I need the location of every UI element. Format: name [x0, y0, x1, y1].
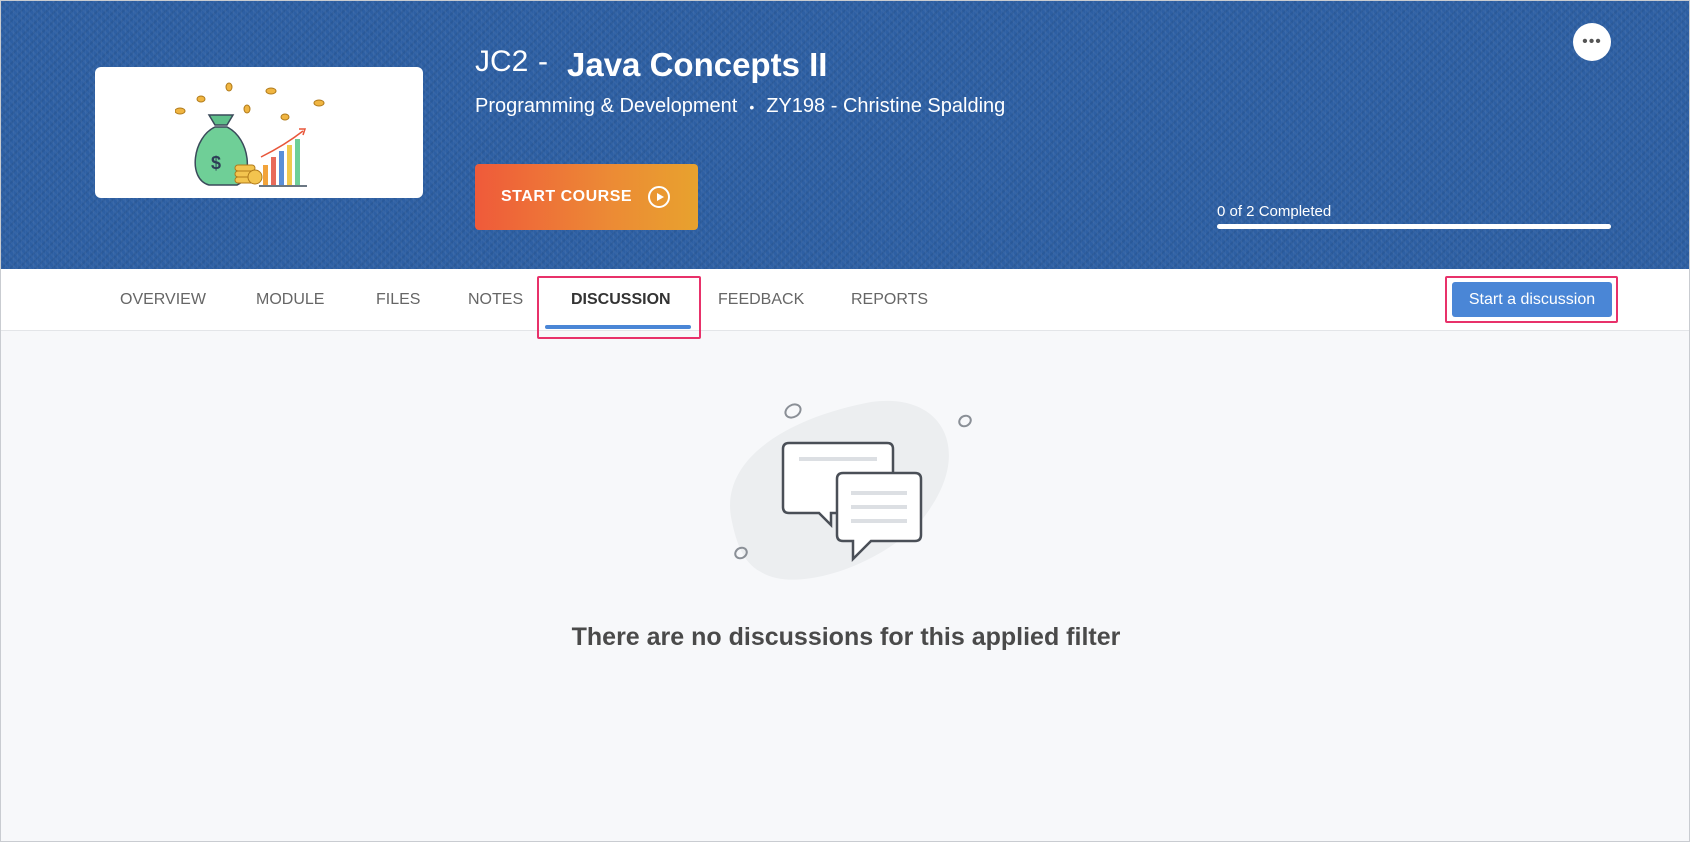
course-title: Java Concepts II: [567, 46, 828, 83]
tab-discussion[interactable]: DISCUSSION: [571, 269, 671, 331]
tab-notes[interactable]: NOTES: [468, 269, 523, 331]
tab-module[interactable]: MODULE: [256, 269, 324, 331]
chat-bubbles-icon: [730, 400, 972, 580]
app-frame: $ JC2 - Java Concepts II Programming & D…: [0, 0, 1690, 842]
empty-state-message: There are no discussions for this applie…: [571, 623, 1121, 651]
start-course-button[interactable]: START COURSE: [475, 164, 698, 230]
course-banner: $ JC2 - Java Concepts II Programming & D…: [1, 1, 1689, 269]
course-subtitle: Programming & Development • ZY198 - Chri…: [475, 95, 1005, 118]
title-separator: -: [538, 45, 548, 78]
subtitle-dot: •: [749, 98, 755, 115]
more-options-button[interactable]: •••: [1573, 23, 1611, 61]
progress-text: 0 of 2 Completed: [1217, 203, 1332, 220]
active-tab-indicator: [545, 325, 691, 329]
money-growth-icon: $: [175, 82, 325, 187]
progress-bar: [1217, 224, 1611, 229]
tab-overview[interactable]: OVERVIEW: [120, 269, 206, 331]
svg-text:$: $: [211, 153, 221, 173]
course-tabs: OVERVIEW MODULE FILES NOTES DISCUSSION F…: [1, 269, 1689, 331]
tab-reports[interactable]: REPORTS: [851, 269, 928, 331]
course-category: Programming & Development: [475, 95, 738, 117]
progress-bar-fill: [1217, 224, 1611, 229]
course-thumbnail: $: [95, 67, 423, 198]
start-discussion-button[interactable]: Start a discussion: [1452, 282, 1612, 317]
tab-feedback[interactable]: FEEDBACK: [718, 269, 804, 331]
play-circle-icon: [648, 186, 671, 208]
more-options-icon: •••: [1582, 33, 1602, 50]
empty-discussions-illustration: [721, 397, 981, 602]
course-code: JC2: [475, 45, 529, 78]
course-instructor: ZY198 - Christine Spalding: [766, 95, 1006, 117]
start-course-label: START COURSE: [501, 188, 633, 205]
tab-files[interactable]: FILES: [376, 269, 420, 331]
